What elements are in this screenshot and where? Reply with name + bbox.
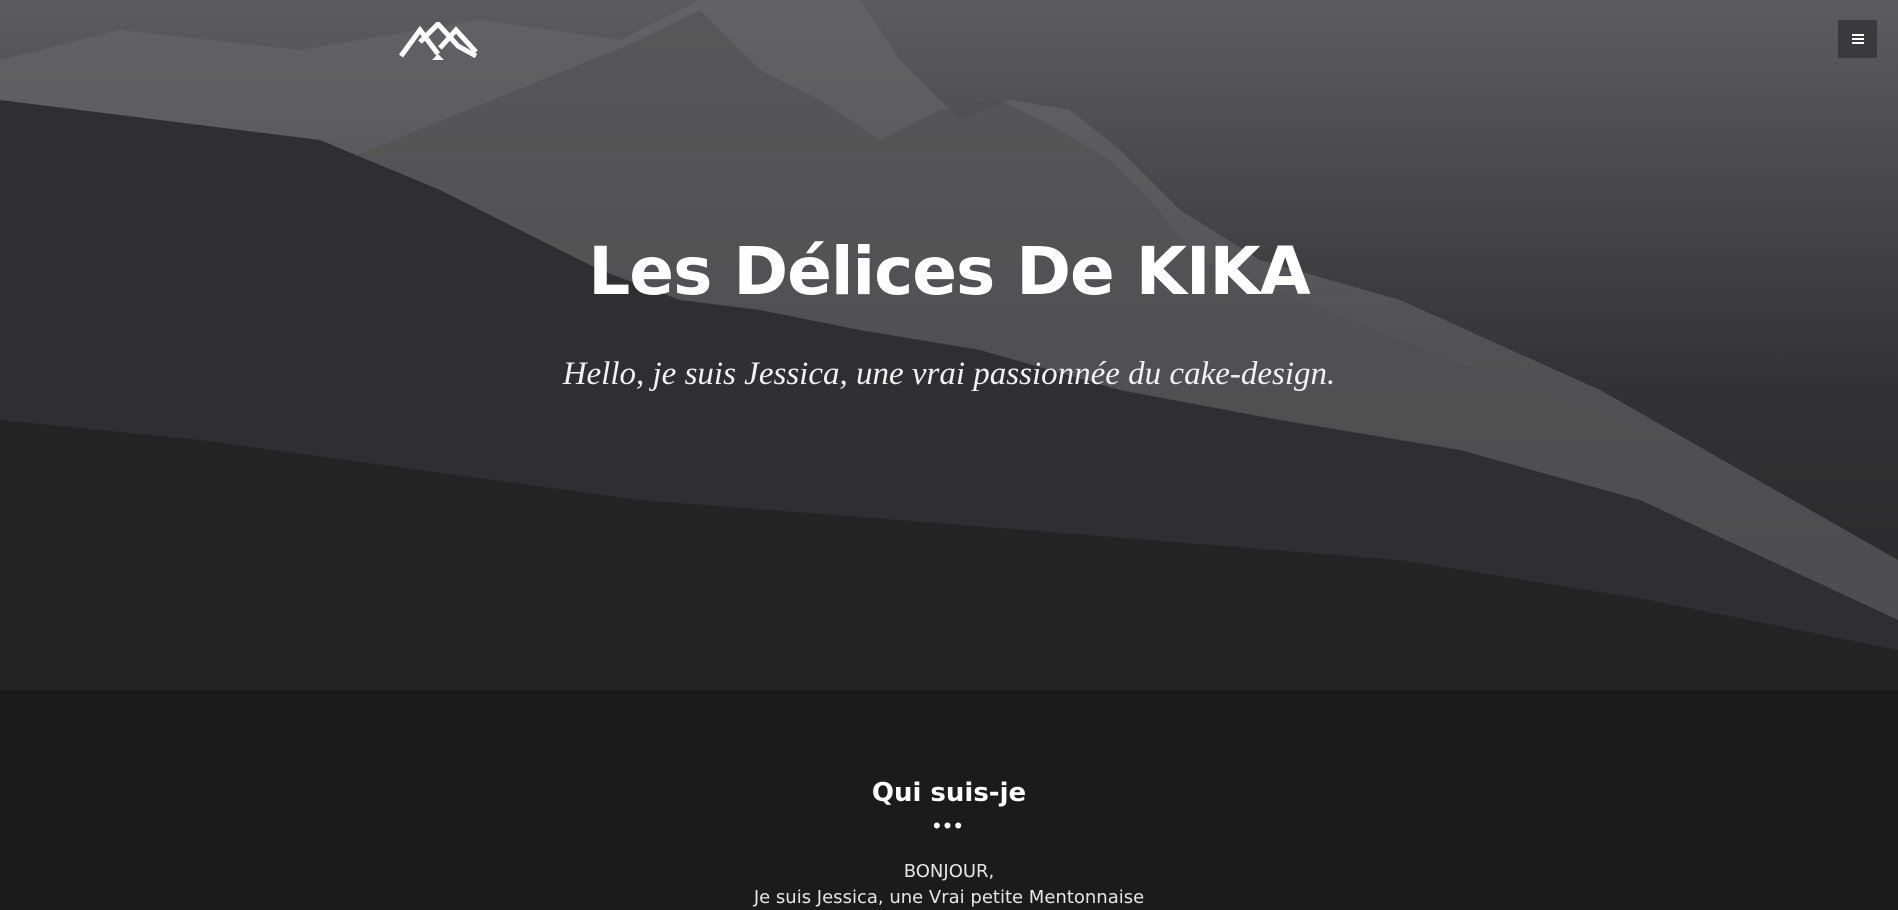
hero-subtitle: Hello, je suis Jessica, une vrai passion… (562, 356, 1336, 392)
about-intro: Je suis Jessica, une Vrai petite Mentonn… (753, 887, 1145, 908)
about-greeting: BONJOUR, (903, 861, 995, 882)
mountain-background-image (0, 0, 1898, 690)
hero-section: Les Délices De KIKA Hello, je suis Jessi… (0, 0, 1898, 690)
hamburger-menu-icon (1851, 34, 1864, 44)
hero-title: Les Délices De KIKA (588, 233, 1310, 310)
mountain-logo-icon[interactable] (398, 22, 480, 60)
section-divider-dots: ••• (932, 813, 966, 838)
about-title: Qui suis-je (871, 778, 1027, 808)
about-section: Qui suis-je ••• BONJOUR, Je suis Jessica… (0, 690, 1898, 908)
menu-button[interactable] (1838, 20, 1877, 58)
